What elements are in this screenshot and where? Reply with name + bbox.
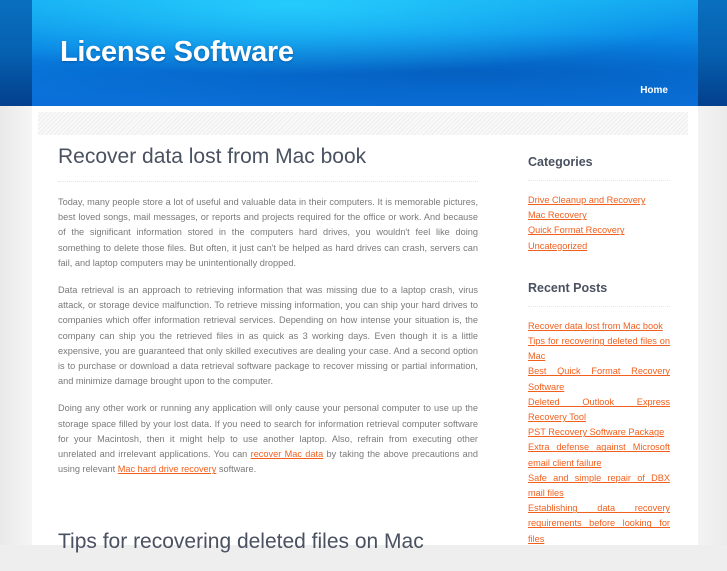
list-item: Drive Cleanup and Recovery <box>528 193 670 208</box>
list-item: Best Quick Format Recovery Software <box>528 364 670 394</box>
nav-home-link[interactable]: Home <box>640 85 668 96</box>
main-content: Recover data lost from Mac book Today, m… <box>58 142 478 489</box>
decorative-stripe-band <box>38 112 688 135</box>
recent-post-link[interactable]: Deleted Outlook Express Recovery Tool <box>528 397 670 422</box>
list-item: Mac Recovery <box>528 208 670 223</box>
list-item: Recover data lost from Mac book <box>528 319 670 334</box>
list-item: Extra defense against Microsoft email cl… <box>528 440 670 470</box>
recent-post-link[interactable]: Extra defense against Microsoft email cl… <box>528 442 670 467</box>
post-title[interactable]: Tips for recovering deleted files on Mac <box>58 530 424 554</box>
recent-posts-list: Recover data lost from Mac book Tips for… <box>528 319 670 547</box>
paragraph-text: software. <box>216 464 257 475</box>
title-divider <box>58 181 478 183</box>
recent-post-link[interactable]: Tips for recovering deleted files on Mac <box>528 336 670 361</box>
recent-post-link[interactable]: Establishing data recovery requirements … <box>528 503 670 543</box>
sidebar: Categories Drive Cleanup and Recovery Ma… <box>528 152 670 571</box>
left-page-edge <box>0 106 32 545</box>
widget-divider <box>528 305 670 307</box>
list-item: Deleted Outlook Express Recovery Tool <box>528 395 670 425</box>
list-item: PST Recovery Software Package <box>528 425 670 440</box>
list-item: Quick Format Recovery <box>528 223 670 238</box>
list-item: Safe and simple repair of DBX mail files <box>528 471 670 501</box>
post: Recover data lost from Mac book Today, m… <box>58 142 478 477</box>
post-title[interactable]: Recover data lost from Mac book <box>58 142 478 172</box>
content-column: Recover data lost from Mac book Today, m… <box>32 106 698 553</box>
widget-divider <box>528 180 670 181</box>
categories-widget: Categories Drive Cleanup and Recovery Ma… <box>528 152 670 254</box>
recent-post-link[interactable]: Recover data lost from Mac book <box>528 321 663 331</box>
widget-title: Categories <box>528 155 593 169</box>
post-paragraph: Today, many people store a lot of useful… <box>58 197 478 268</box>
mac-hard-drive-recovery-link[interactable]: Mac hard drive recovery <box>118 464 217 474</box>
list-item: Uncategorized <box>528 239 670 254</box>
post-body: Today, many people store a lot of useful… <box>58 195 478 477</box>
site-title[interactable]: License Software <box>60 36 294 69</box>
category-link[interactable]: Mac Recovery <box>528 210 587 220</box>
list-item: Tips for recovering deleted files on Mac <box>528 334 670 364</box>
widget-title: Recent Posts <box>528 280 608 295</box>
site-header: License Software Home <box>32 0 698 106</box>
right-page-edge <box>698 106 727 545</box>
categories-list: Drive Cleanup and Recovery Mac Recovery … <box>528 193 670 254</box>
post-paragraph: Data retrieval is an approach to retriev… <box>58 285 478 387</box>
category-link[interactable]: Quick Format Recovery <box>528 225 625 235</box>
post-paragraph: Doing any other work or running any appl… <box>58 401 478 477</box>
recent-posts-widget: Recent Posts Recover data lost from Mac … <box>528 278 670 547</box>
recover-mac-data-link[interactable]: recover Mac data <box>251 449 324 459</box>
list-item: Establishing data recovery requirements … <box>528 501 670 547</box>
recent-post-link[interactable]: Safe and simple repair of DBX mail files <box>528 473 670 498</box>
category-link[interactable]: Uncategorized <box>528 241 587 251</box>
category-link[interactable]: Drive Cleanup and Recovery <box>528 195 645 205</box>
recent-post-link[interactable]: PST Recovery Software Package <box>528 427 664 437</box>
recent-post-link[interactable]: Best Quick Format Recovery Software <box>528 366 670 391</box>
